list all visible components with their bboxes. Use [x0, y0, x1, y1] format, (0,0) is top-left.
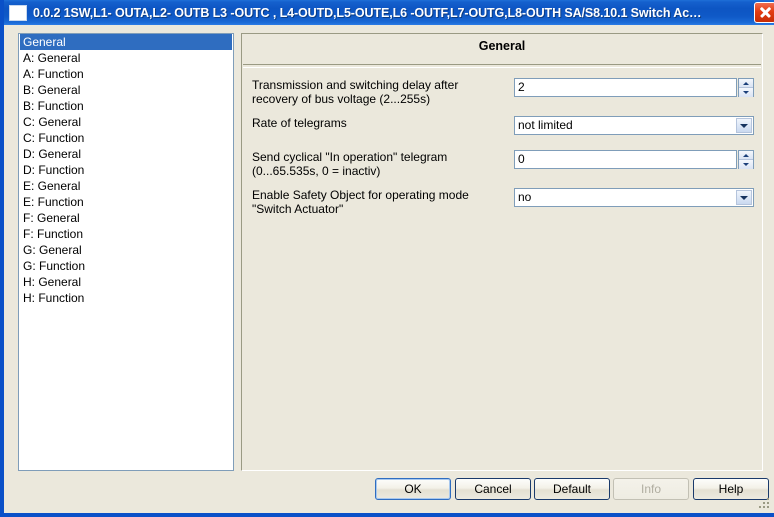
sidebar-item-b-general[interactable]: B: General: [19, 82, 233, 98]
field-label-line-1: Enable Safety Object for operating mode: [252, 188, 469, 202]
field-label-line-2: recovery of bus voltage (2...255s): [252, 92, 431, 106]
sidebar-item-h-function[interactable]: H: Function: [19, 290, 233, 306]
field-label: Send cyclical "In operation" telegram (0.…: [252, 150, 507, 178]
field-label-line-2: (0...65.535s, 0 = inactiv): [252, 164, 381, 178]
sidebar-item-c-function[interactable]: C: Function: [19, 130, 233, 146]
page-title: General: [478, 39, 526, 53]
divider: [243, 64, 761, 68]
chevron-down-icon[interactable]: [736, 118, 752, 133]
spinner-field: 0: [514, 150, 754, 169]
close-icon[interactable]: [754, 2, 774, 23]
dropdown-value: not limited: [518, 118, 573, 132]
form-row: Enable Safety Object for operating mode "…: [242, 188, 762, 224]
default-button[interactable]: Default: [534, 478, 610, 500]
spinner-down-icon[interactable]: [739, 88, 753, 97]
field-label-line-2: "Switch Actuator": [252, 202, 344, 216]
dropdown-value: no: [518, 190, 532, 204]
title-bar[interactable]: 0.0.2 1SW,L1- OUTA,L2- OUTB L3 -OUTC , L…: [4, 0, 774, 25]
dropdown-select[interactable]: not limited: [514, 116, 754, 135]
field-label-line-1: Transmission and switching delay after: [252, 78, 459, 92]
field-label: Rate of telegrams: [252, 116, 507, 130]
spinner-field: 2: [514, 78, 754, 97]
form-row: Transmission and switching delay after re…: [242, 78, 762, 114]
sidebar-item-g-general[interactable]: G: General: [19, 242, 233, 258]
form-row: Send cyclical "In operation" telegram (0.…: [242, 150, 762, 186]
dialog-client-area: General A: General A: Function B: General B:…: [8, 25, 774, 513]
sidebar-item-f-function[interactable]: F: Function: [19, 226, 233, 242]
field-label-line-1: Send cyclical "In operation" telegram: [252, 150, 448, 164]
spinner-up-icon[interactable]: [739, 151, 753, 160]
sidebar-item-a-general[interactable]: A: General: [19, 50, 233, 66]
sidebar-item-b-function[interactable]: B: Function: [19, 98, 233, 114]
numeric-input[interactable]: 2: [514, 78, 737, 97]
sidebar-item-a-function[interactable]: A: Function: [19, 66, 233, 82]
info-button: Info: [613, 478, 689, 500]
field-label: Transmission and switching delay after re…: [252, 78, 507, 106]
chevron-down-icon[interactable]: [736, 190, 752, 205]
form-row: Rate of telegrams not limited: [242, 116, 762, 152]
window-title: 0.0.2 1SW,L1- OUTA,L2- OUTB L3 -OUTC , L…: [33, 5, 702, 20]
sidebar-item-general[interactable]: General: [20, 34, 232, 50]
dialog-button-bar: OK Cancel Default Info Help: [8, 478, 774, 508]
parameter-panel: General Transmission and switching delay…: [241, 33, 763, 471]
resize-grip[interactable]: [759, 498, 771, 510]
field-label-line-1: Rate of telegrams: [252, 116, 347, 130]
sidebar-item-c-general[interactable]: C: General: [19, 114, 233, 130]
parameter-page-list[interactable]: General A: General A: Function B: General B:…: [18, 33, 234, 471]
sidebar-item-d-function[interactable]: D: Function: [19, 162, 233, 178]
spinner-down-icon[interactable]: [739, 160, 753, 169]
ok-button[interactable]: OK: [375, 478, 451, 500]
sidebar-item-g-function[interactable]: G: Function: [19, 258, 233, 274]
numeric-input[interactable]: 0: [514, 150, 737, 169]
sidebar-item-e-function[interactable]: E: Function: [19, 194, 233, 210]
cancel-button[interactable]: Cancel: [455, 478, 531, 500]
dropdown-select[interactable]: no: [514, 188, 754, 207]
help-button[interactable]: Help: [693, 478, 769, 500]
spinner-up-icon[interactable]: [739, 79, 753, 88]
sidebar-item-d-general[interactable]: D: General: [19, 146, 233, 162]
spinner-buttons: [738, 78, 754, 97]
sidebar-item-f-general[interactable]: F: General: [19, 210, 233, 226]
spinner-buttons: [738, 150, 754, 169]
sidebar-item-e-general[interactable]: E: General: [19, 178, 233, 194]
sidebar-item-h-general[interactable]: H: General: [19, 274, 233, 290]
window-icon: [9, 4, 27, 21]
application-window: 0.0.2 1SW,L1- OUTA,L2- OUTB L3 -OUTC , L…: [0, 0, 774, 517]
field-label: Enable Safety Object for operating mode "…: [252, 188, 507, 216]
